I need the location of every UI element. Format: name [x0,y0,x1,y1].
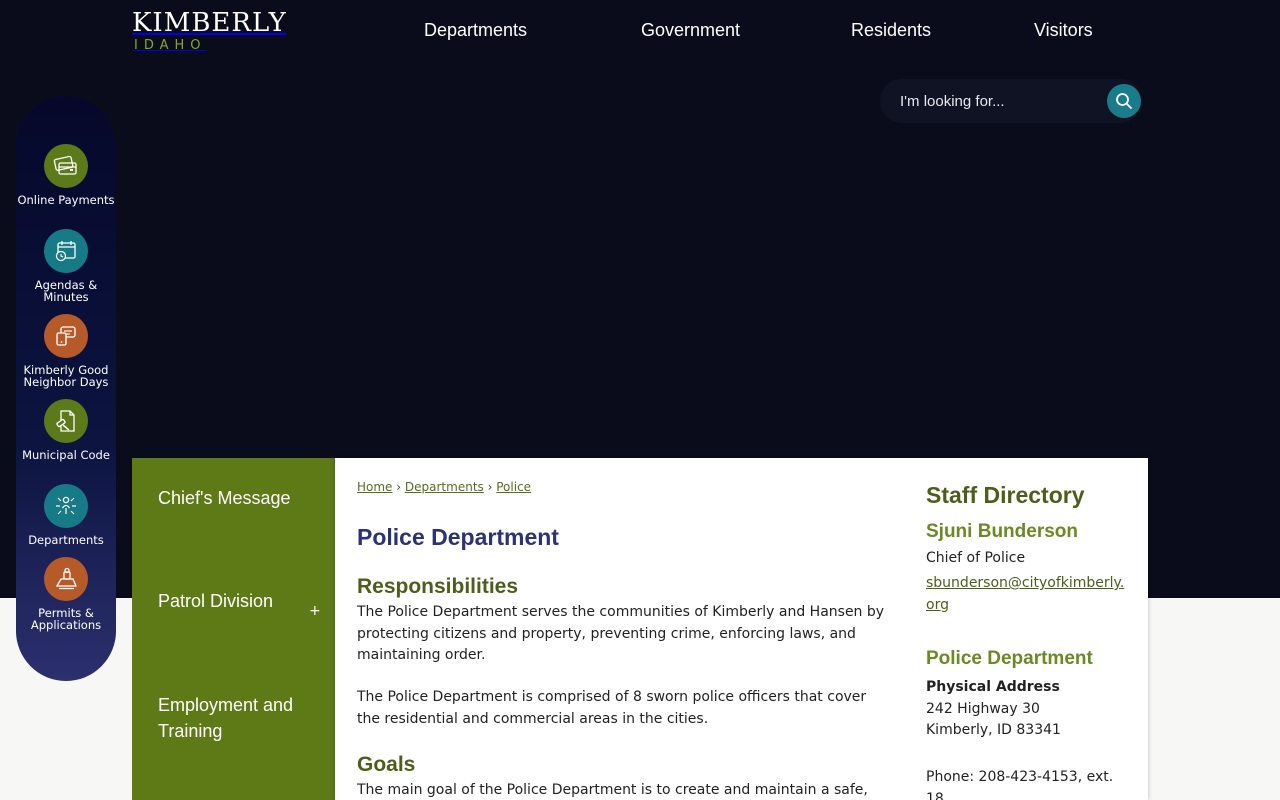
quick-links-bar: Online Payments Agendas & Minutes Kimber… [16,96,116,681]
quick-link-label: Departments [28,533,104,547]
side-navigation: Chief's Message Patrol Division + Employ… [132,458,335,800]
breadcrumb-police[interactable]: Police [496,480,531,494]
quick-link-agendas-minutes[interactable]: Agendas & Minutes [16,229,116,303]
staff-directory-heading: Staff Directory [926,482,1085,508]
search-input[interactable] [900,90,1100,112]
department-heading: Police Department [926,648,1093,669]
staff-role: Chief of Police [926,550,1026,566]
goals-heading: Goals [357,753,416,776]
breadcrumb-separator: › [487,480,493,494]
address-line-1: 242 Highway 30 [926,701,1040,717]
responsibilities-heading: Responsibilities [357,575,519,598]
quick-link-good-neighbor-days[interactable]: Kimberly Good Neighbor Days [16,314,116,388]
staff-name: Sjuni Bunderson [926,521,1078,542]
address-line-2: Kimberly, ID 83341 [926,722,1061,738]
page-title: Police Department [357,524,559,550]
quick-link-label: Permits & Applications [30,606,102,632]
breadcrumb: Home › Departments › Police [357,480,531,494]
quick-link-municipal-code[interactable]: Municipal Code [16,399,116,461]
officers-paragraph: The Police Department is comprised of 8 … [357,689,867,727]
breadcrumb-departments[interactable]: Departments [405,480,484,494]
calendar-clock-icon [44,229,88,273]
search-icon [1116,93,1132,109]
quick-link-online-payments[interactable]: Online Payments [16,144,116,206]
gavel-document-icon [44,399,88,443]
quick-link-permits-applications[interactable]: Permits & Applications [16,557,116,631]
quick-link-departments[interactable]: Departments [16,484,116,546]
credit-card-icon [44,144,88,188]
search-bar [880,79,1142,123]
permit-stamp-icon [44,557,88,601]
nav-visitors[interactable]: Visitors [1034,20,1093,41]
nav-residents[interactable]: Residents [851,20,931,41]
chat-bubbles-icon [44,314,88,358]
breadcrumb-separator: › [396,480,402,494]
logo-name: KIMBERLY [132,8,287,38]
nav-departments[interactable]: Departments [424,20,527,41]
quick-link-label: Kimberly Good Neighbor Days [23,363,109,389]
breadcrumb-home[interactable]: Home [357,480,392,494]
quick-link-label: Municipal Code [22,448,110,462]
search-button[interactable] [1107,84,1141,118]
nav-government[interactable]: Government [641,20,740,41]
staff-email-link[interactable]: sbunderson@cityofkimberly.org [926,575,1124,613]
quick-link-label: Online Payments [17,193,115,207]
phone-number: Phone: 208-423-4153, ext. 18 [926,769,1114,800]
goals-paragraph: The main goal of the Police Department i… [357,782,868,798]
main-content: Home › Departments › Police Police Depar… [335,458,1148,800]
sidenav-item-chiefs-message[interactable]: Chief's Message [158,485,328,511]
quick-link-label: Agendas & Minutes [34,278,98,304]
expand-icon[interactable]: + [309,603,321,619]
logo-subtitle: IDAHO [134,38,207,53]
sidenav-item-patrol-division[interactable]: Patrol Division [158,588,328,614]
responsibilities-paragraph: The Police Department serves the communi… [357,604,885,663]
address-label: Physical Address [926,679,1060,695]
org-people-icon [44,484,88,528]
site-logo[interactable]: KIMBERLY IDAHO [132,8,287,54]
sidenav-item-employment-training[interactable]: Employment and Training [158,692,328,744]
